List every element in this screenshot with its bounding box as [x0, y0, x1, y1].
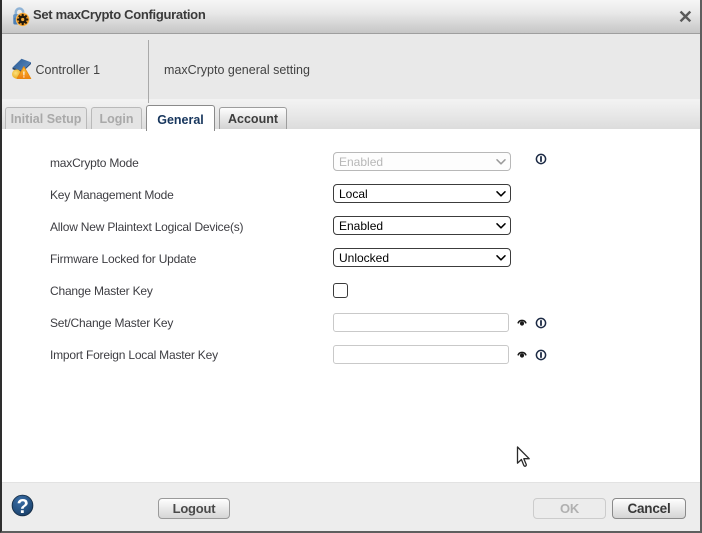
svg-text:!: !	[23, 69, 26, 79]
svg-text:?: ?	[17, 496, 29, 517]
